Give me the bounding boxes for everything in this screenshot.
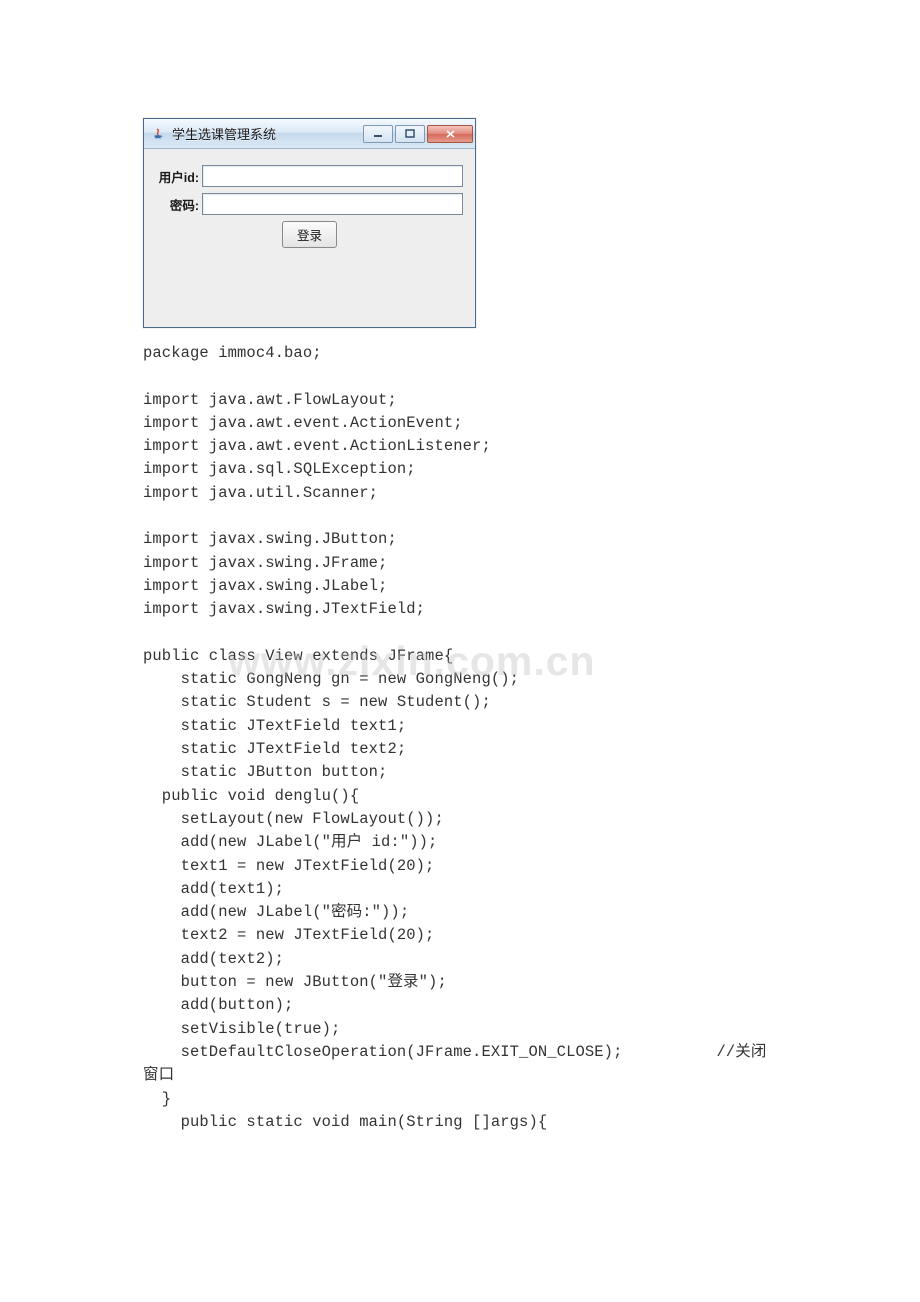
app-window: 学生选课管理系统 用户id:: [143, 118, 476, 328]
user-id-input[interactable]: [202, 165, 463, 187]
login-button[interactable]: 登录: [282, 221, 337, 248]
maximize-button[interactable]: [395, 125, 425, 143]
window-titlebar: 学生选课管理系统: [144, 119, 475, 149]
close-button[interactable]: [427, 125, 473, 143]
minimize-button[interactable]: [363, 125, 393, 143]
java-icon: [150, 126, 166, 142]
password-input[interactable]: [202, 193, 463, 215]
password-label: 密码:: [154, 195, 202, 214]
user-id-label: 用户id:: [154, 167, 202, 186]
code-block: package immoc4.bao; import java.awt.Flow…: [143, 342, 780, 1134]
window-title: 学生选课管理系统: [172, 124, 363, 143]
